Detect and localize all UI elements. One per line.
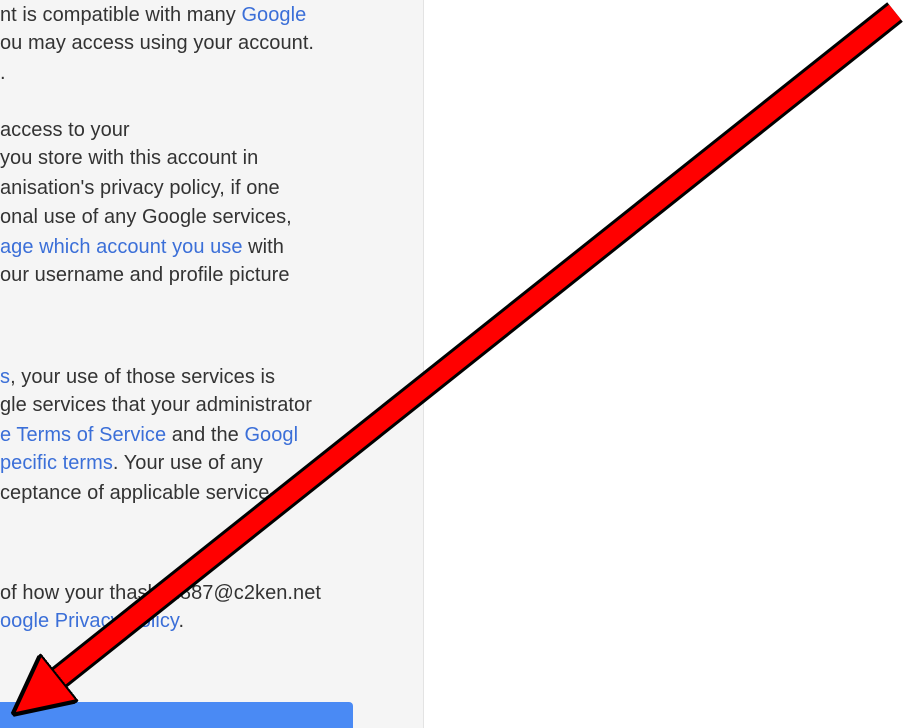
terms-text-segment: gle services that your administrator	[0, 394, 312, 416]
terms-text-segment: , your use of those services is	[10, 366, 276, 388]
terms-text-segment: .	[178, 610, 185, 632]
terms-line: gle services that your administrator	[0, 392, 312, 418]
terms-text-segment: ou may access using your account.	[0, 32, 315, 54]
terms-text-segment: . Your use of any	[112, 452, 263, 474]
terms-text-segment: with	[242, 236, 284, 258]
terms-panel: nt is compatible with many Google ou may …	[0, 0, 424, 728]
terms-line: oogle Privacy Policy.	[0, 608, 184, 634]
terms-line: you store with this account in	[0, 145, 258, 171]
terms-line: .	[0, 60, 6, 86]
page: nt is compatible with many Google ou may …	[0, 0, 909, 728]
terms-link[interactable]: e Terms of Service	[0, 424, 166, 446]
terms-line: access to your	[0, 117, 130, 143]
terms-line: anisation's privacy policy, if one	[0, 175, 280, 201]
accept-button[interactable]	[0, 702, 353, 728]
terms-link[interactable]: pecific terms	[0, 452, 113, 474]
terms-text-segment: .	[0, 62, 6, 84]
terms-text-segment: ceptance of applicable service-	[0, 482, 277, 504]
terms-line: e Terms of Service and the Googl	[0, 422, 298, 448]
terms-line: of how your thashim887@c2ken.net	[0, 580, 321, 606]
terms-text-segment: nt is compatible with many	[0, 4, 242, 26]
terms-link[interactable]: oogle Privacy Policy	[0, 610, 178, 632]
terms-line: pecific terms. Your use of any	[0, 450, 263, 476]
blank-area	[425, 0, 909, 728]
terms-line: ou may access using your account.	[0, 30, 314, 56]
terms-link[interactable]: Google	[241, 4, 306, 26]
terms-link[interactable]: Googl	[244, 424, 298, 446]
terms-line: s, your use of those services is	[0, 364, 275, 390]
terms-line: our username and profile picture	[0, 262, 290, 288]
terms-text-segment: you store with this account in	[0, 147, 259, 169]
terms-link[interactable]: s	[0, 366, 10, 388]
terms-text-segment: and the	[166, 424, 245, 446]
terms-text-segment: onal use of any Google services,	[0, 206, 292, 228]
terms-text-segment: anisation's privacy policy, if one	[0, 177, 280, 199]
terms-line: ceptance of applicable service-	[0, 480, 276, 506]
terms-text-segment: our username and profile picture	[0, 264, 290, 286]
terms-text-segment: access to your	[0, 119, 130, 141]
terms-line: age which account you use with	[0, 234, 284, 260]
terms-link[interactable]: age which account you use	[0, 236, 243, 258]
terms-line: nt is compatible with many Google	[0, 2, 306, 28]
terms-text-segment: of how your thashim887@c2ken.net	[0, 582, 321, 604]
terms-line: onal use of any Google services,	[0, 204, 292, 230]
